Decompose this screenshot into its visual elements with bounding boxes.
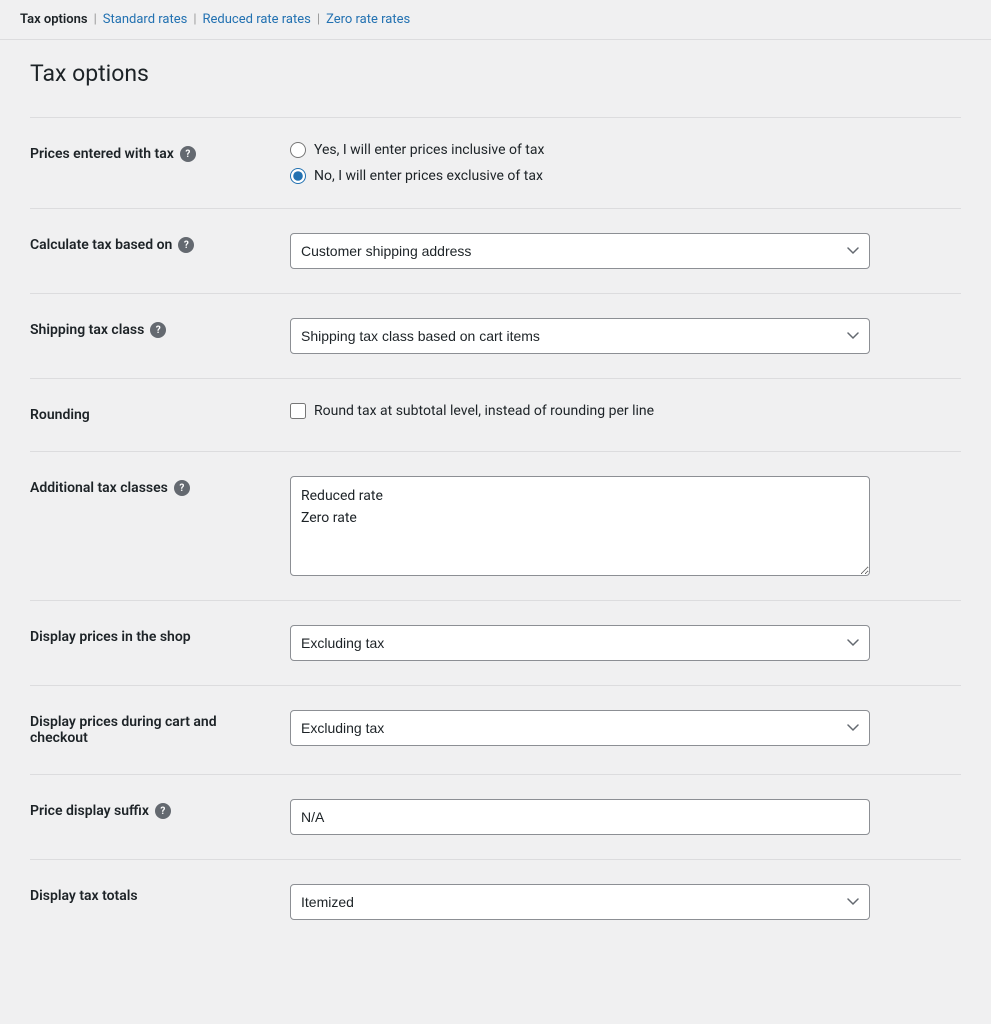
help-icon-calculate-tax[interactable]: ?: [178, 237, 194, 253]
row-shipping-tax-class: Shipping tax class ? Shipping tax class …: [30, 293, 961, 378]
row-additional-tax-classes: Additional tax classes ? Reduced rate Ze…: [30, 451, 961, 600]
nav-link-zero-rate-rates[interactable]: Zero rate rates: [326, 12, 410, 27]
nav-link-standard-rates[interactable]: Standard rates: [103, 12, 188, 27]
page-wrapper: Tax options | Standard rates | Reduced r…: [0, 0, 991, 1024]
select-display-prices-shop[interactable]: Excluding tax Including tax: [290, 625, 870, 661]
top-nav: Tax options | Standard rates | Reduced r…: [0, 0, 991, 40]
select-display-prices-cart[interactable]: Excluding tax Including tax: [290, 710, 870, 746]
label-cell-additional-tax: Additional tax classes ?: [30, 470, 290, 506]
label-additional-tax: Additional tax classes: [30, 480, 168, 496]
label-calculate-tax: Calculate tax based on: [30, 237, 172, 253]
radio-option-inclusive[interactable]: Yes, I will enter prices inclusive of ta…: [290, 142, 961, 158]
label-cell-rounding: Rounding: [30, 397, 290, 433]
checkbox-wrapper-rounding[interactable]: Round tax at subtotal level, instead of …: [290, 403, 961, 419]
label-cell-calculate-tax: Calculate tax based on ?: [30, 227, 290, 263]
label-price-suffix: Price display suffix: [30, 803, 149, 819]
label-cell-price-suffix: Price display suffix ?: [30, 793, 290, 829]
label-cell-display-prices-shop: Display prices in the shop: [30, 619, 290, 655]
radio-label-inclusive: Yes, I will enter prices inclusive of ta…: [314, 142, 544, 158]
nav-sep-2: |: [193, 12, 196, 27]
nav-link-reduced-rate-rates[interactable]: Reduced rate rates: [203, 12, 311, 27]
field-cell-shipping-tax: Shipping tax class based on cart items S…: [290, 312, 961, 360]
field-cell-rounding: Round tax at subtotal level, instead of …: [290, 397, 961, 425]
help-icon-additional-tax[interactable]: ?: [174, 480, 190, 496]
radio-option-exclusive[interactable]: No, I will enter prices exclusive of tax: [290, 168, 961, 184]
label-cell-display-tax-totals: Display tax totals: [30, 878, 290, 914]
field-cell-additional-tax: Reduced rate Zero rate: [290, 470, 961, 582]
select-display-tax-totals[interactable]: Itemized As a single total: [290, 884, 870, 920]
row-display-prices-shop: Display prices in the shop Excluding tax…: [30, 600, 961, 685]
row-calculate-tax-based-on: Calculate tax based on ? Customer shippi…: [30, 208, 961, 293]
label-cell-display-prices-cart: Display prices during cart and checkout: [30, 704, 290, 756]
radio-inclusive[interactable]: [290, 142, 306, 158]
field-cell-display-prices-cart: Excluding tax Including tax: [290, 704, 961, 752]
label-cell-prices-entered: Prices entered with tax ?: [30, 136, 290, 172]
nav-title: Tax options: [20, 12, 88, 27]
row-prices-entered-with-tax: Prices entered with tax ? Yes, I will en…: [30, 117, 961, 208]
label-display-tax-totals: Display tax totals: [30, 888, 138, 904]
help-icon-prices-entered[interactable]: ?: [180, 146, 196, 162]
field-cell-display-prices-shop: Excluding tax Including tax: [290, 619, 961, 667]
help-icon-price-suffix[interactable]: ?: [155, 803, 171, 819]
field-cell-prices-entered: Yes, I will enter prices inclusive of ta…: [290, 136, 961, 190]
select-shipping-tax-class[interactable]: Shipping tax class based on cart items S…: [290, 318, 870, 354]
field-cell-display-tax-totals: Itemized As a single total: [290, 878, 961, 926]
row-display-prices-cart: Display prices during cart and checkout …: [30, 685, 961, 774]
row-rounding: Rounding Round tax at subtotal level, in…: [30, 378, 961, 451]
row-price-display-suffix: Price display suffix ? N/A: [30, 774, 961, 859]
field-cell-price-suffix: N/A: [290, 793, 961, 841]
label-display-prices-shop: Display prices in the shop: [30, 629, 191, 645]
row-display-tax-totals: Display tax totals Itemized As a single …: [30, 859, 961, 944]
field-cell-calculate-tax: Customer shipping address Customer billi…: [290, 227, 961, 275]
help-icon-shipping-tax[interactable]: ?: [150, 322, 166, 338]
checkbox-label-rounding: Round tax at subtotal level, instead of …: [314, 403, 654, 419]
nav-sep-3: |: [317, 12, 320, 27]
nav-sep-1: |: [94, 12, 97, 27]
label-shipping-tax: Shipping tax class: [30, 322, 144, 338]
main-content: Tax options Prices entered with tax ? Ye…: [0, 40, 991, 984]
label-prices-entered: Prices entered with tax: [30, 146, 174, 162]
select-calculate-tax-based-on[interactable]: Customer shipping address Customer billi…: [290, 233, 870, 269]
input-price-display-suffix[interactable]: N/A: [290, 799, 870, 835]
radio-exclusive[interactable]: [290, 168, 306, 184]
checkbox-rounding[interactable]: [290, 403, 306, 419]
radio-label-exclusive: No, I will enter prices exclusive of tax: [314, 168, 543, 184]
label-rounding: Rounding: [30, 407, 90, 423]
page-title: Tax options: [30, 60, 961, 87]
label-cell-shipping-tax: Shipping tax class ?: [30, 312, 290, 348]
textarea-additional-tax-classes[interactable]: Reduced rate Zero rate: [290, 476, 870, 576]
label-display-prices-cart: Display prices during cart and checkout: [30, 714, 270, 746]
